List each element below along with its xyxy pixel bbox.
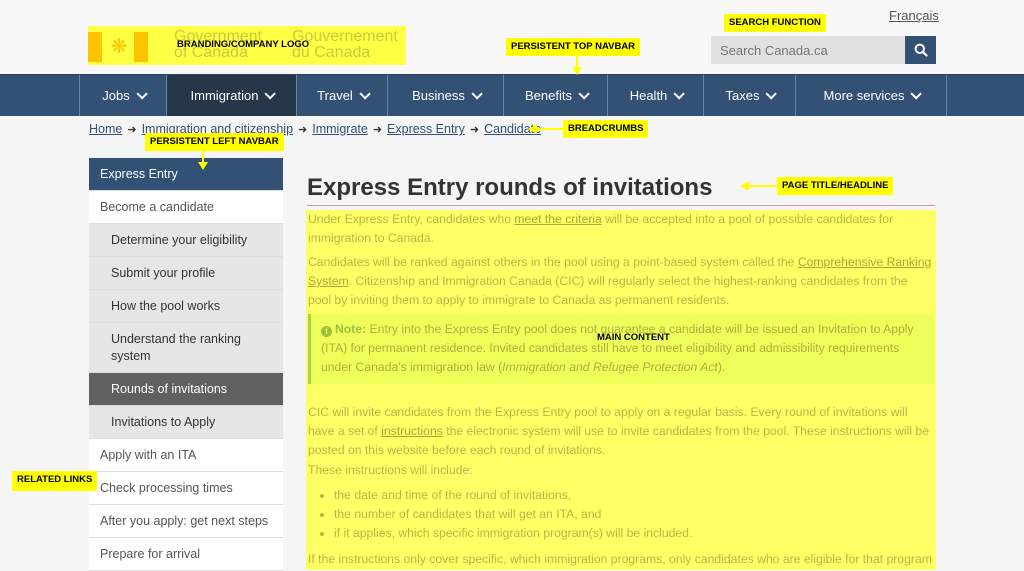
annotation-search: SEARCH FUNCTION: [724, 14, 826, 32]
sidenav-item-pool-works[interactable]: How the pool works: [89, 290, 283, 323]
note-label: Note:: [335, 322, 367, 336]
left-navbar: Express Entry Become a candidate Determi…: [89, 158, 283, 571]
chevron-down-icon: [136, 87, 148, 100]
maple-leaf-icon: ❋: [110, 36, 128, 58]
annotation-arrow-head: [572, 67, 582, 75]
search-button[interactable]: [905, 36, 936, 64]
arrow-right-icon: ➜: [298, 124, 308, 136]
annotation-related: RELATED LINKS: [12, 471, 98, 491]
main-content-highlight: Under Express Entry, candidates who meet…: [306, 210, 936, 570]
nav-item-travel[interactable]: Travel: [296, 75, 387, 116]
breadcrumb-immigrate[interactable]: Immigrate: [312, 122, 368, 136]
search-input[interactable]: [711, 36, 905, 64]
arrow-right-icon: ➜: [469, 124, 480, 136]
instructions-link[interactable]: instructions: [381, 424, 443, 438]
sidenav-item-prepare-arrival[interactable]: Prepare for arrival: [89, 538, 283, 571]
chevron-down-icon: [673, 87, 686, 100]
list-item: the date and time of the round of invita…: [334, 486, 692, 505]
sidenav-item-next-steps[interactable]: After you apply: get next steps: [89, 505, 283, 538]
annotation-arrow-head: [740, 181, 749, 191]
search-form: [711, 36, 936, 64]
nav-item-health[interactable]: Health: [607, 75, 703, 116]
annotation-title: PAGE TITLE/HEADLINE: [777, 177, 894, 195]
sidenav-item-submit-profile[interactable]: Submit your profile: [89, 257, 283, 290]
cutoff-paragraph: If the instructions only cover specific,…: [308, 552, 932, 566]
chevron-down-icon: [471, 87, 483, 100]
nav-item-more-services[interactable]: More services: [795, 75, 947, 116]
chevron-down-icon: [910, 87, 923, 100]
site-header: ❋ Government of Canada Gouvernement du Can…: [0, 0, 1024, 74]
chevron-down-icon: [765, 87, 778, 100]
breadcrumb-express-entry[interactable]: Express Entry: [387, 122, 465, 136]
sidenav-item-determine-eligibility[interactable]: Determine your eligibility: [89, 224, 283, 257]
sidenav-item-become-candidate[interactable]: Become a candidate: [89, 191, 283, 224]
annotation-arrow: [536, 128, 563, 130]
nav-item-business[interactable]: Business: [387, 75, 503, 116]
arrow-right-icon: ➜: [127, 124, 137, 136]
language-toggle-link[interactable]: Français: [889, 8, 939, 23]
title-divider: [307, 205, 935, 206]
nav-item-taxes[interactable]: Taxes: [703, 75, 795, 116]
arrow-right-icon: ➜: [372, 124, 383, 136]
annotation-arrow: [749, 185, 777, 187]
note-box: i Note: Entry into the Express Entry pool…: [308, 314, 934, 384]
top-navbar: Jobs Immigration Travel Business Benefit…: [0, 74, 1024, 116]
info-icon: i: [321, 326, 332, 337]
ranking-paragraph: Candidates will be ranked against others…: [308, 255, 932, 307]
chevron-down-icon: [359, 87, 371, 100]
annotation-logo: BRANDING/COMPANY LOGO: [177, 39, 310, 50]
chevron-down-icon: [264, 87, 277, 100]
breadcrumb-home[interactable]: Home: [89, 122, 122, 136]
nav-item-jobs[interactable]: Jobs: [79, 75, 166, 116]
nav-item-benefits[interactable]: Benefits: [503, 75, 607, 116]
sidenav-item-ranking-system[interactable]: Understand the ranking system: [89, 323, 283, 373]
annotation-arrow-head: [198, 162, 208, 170]
instructions-list: the date and time of the round of invita…: [308, 486, 692, 543]
list-item: if it applies, which specific immigratio…: [334, 524, 692, 543]
annotation-topnav: PERSISTENT TOP NAVBAR: [506, 38, 641, 56]
sidenav-item-rounds-of-invitations[interactable]: Rounds of invitations: [89, 373, 283, 406]
instructions-intro: These instructions will include:: [308, 463, 473, 477]
sidenav-item-apply-with-ita[interactable]: Apply with an ITA: [89, 439, 283, 472]
annotation-breadcrumbs: BREADCRUMBS: [563, 120, 649, 138]
invitations-paragraph: CIC will invite candidates from the Expr…: [308, 405, 929, 457]
sidenav-item-invitations-to-apply[interactable]: Invitations to Apply: [89, 406, 283, 439]
list-item: the number of candidates that will get a…: [334, 505, 692, 524]
search-icon: [914, 43, 928, 57]
annotation-leftnav: PERSISTENT LEFT NAVBAR: [145, 133, 284, 151]
annotation-main: MAIN CONTENT: [597, 332, 670, 343]
sidenav-item-processing-times[interactable]: Check processing times: [89, 472, 283, 505]
nav-item-immigration[interactable]: Immigration: [166, 75, 296, 116]
annotation-arrow-head: [528, 124, 537, 134]
sidenav-heading-express-entry[interactable]: Express Entry: [89, 158, 283, 191]
chevron-down-icon: [578, 87, 590, 100]
intro-paragraph: Under Express Entry, candidates who meet…: [308, 212, 894, 245]
canada-flag-icon: ❋: [88, 32, 148, 62]
meet-criteria-link[interactable]: meet the criteria: [514, 212, 601, 226]
